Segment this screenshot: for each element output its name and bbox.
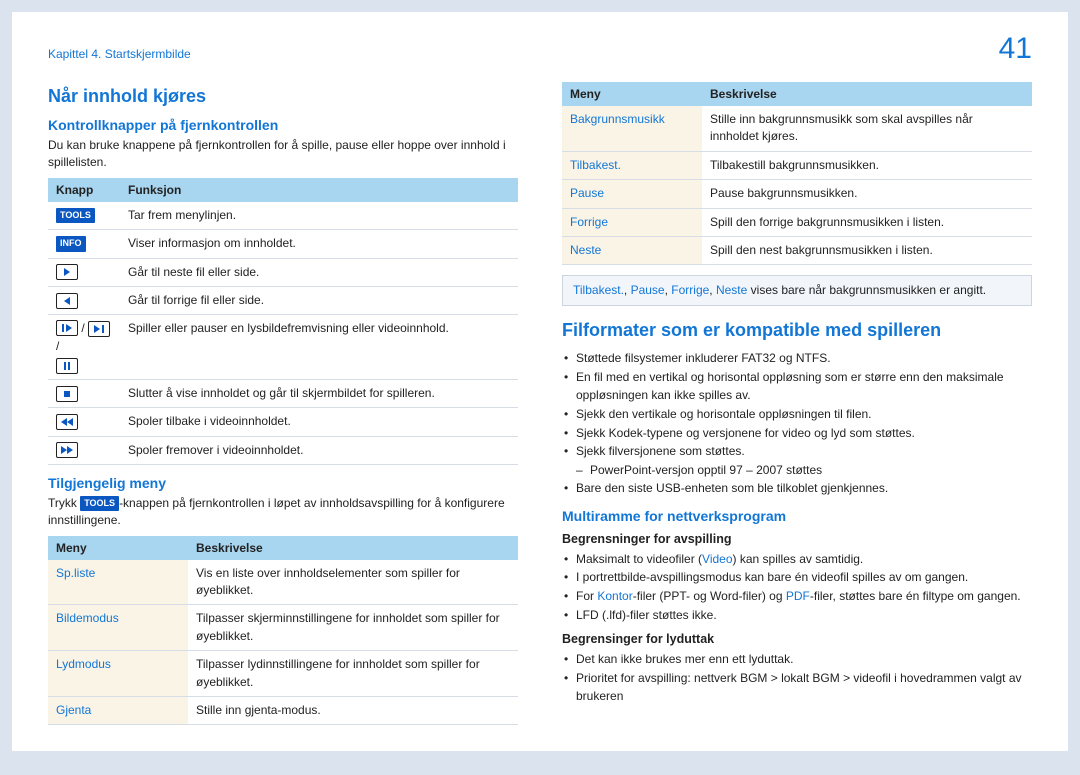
list-item: Støttede filsystemer inkluderer FAT32 og…: [562, 349, 1032, 368]
heading-play-limits: Begrensninger for avspilling: [562, 532, 1032, 546]
table-remote-buttons: Knapp Funksjon TOOLS Tar frem menylinjen…: [48, 178, 518, 465]
content-columns: Når innhold kjøres Kontrollknapper på fj…: [48, 76, 1032, 735]
list-sound-limits: Det kan ikke brukes mer enn ett lyduttak…: [562, 650, 1032, 706]
list-item: En fil med en vertikal og horisontal opp…: [562, 368, 1032, 405]
table-row: Slutter å vise innholdet og går til skje…: [48, 379, 518, 407]
list-item: Bare den siste USB-enheten som ble tilko…: [562, 479, 1032, 498]
table-row: TOOLS Tar frem menylinjen.: [48, 202, 518, 230]
table-menu-right: Meny Beskrivelse BakgrunnsmusikkStille i…: [562, 82, 1032, 265]
th-meny: Meny: [562, 82, 702, 106]
heading-available-menu: Tilgjengelig meny: [48, 475, 518, 491]
page-number: 41: [999, 32, 1032, 66]
chapter-label: Kapittel 4. Startskjermbilde: [48, 47, 191, 61]
prev-icon: [56, 293, 78, 309]
manual-page: Kapittel 4. Startskjermbilde 41 Når innh…: [12, 12, 1068, 751]
th-knapp: Knapp: [48, 178, 120, 202]
table-menu-left: Meny Beskrivelse Sp.listeVis en liste ov…: [48, 536, 518, 726]
info-badge: INFO: [56, 236, 86, 251]
list-item: Prioritet for avspilling: nettverk BGM >…: [562, 669, 1032, 706]
table-row: ForrigeSpill den forrige bakgrunnsmusikk…: [562, 208, 1032, 236]
desc: Går til forrige fil eller side.: [120, 286, 518, 314]
table-row: Tilbakest.Tilbakestill bakgrunnsmusikken…: [562, 151, 1032, 179]
th-meny: Meny: [48, 536, 188, 560]
pause-icon: [56, 358, 78, 374]
table-row: INFO Viser informasjon om innholdet.: [48, 230, 518, 258]
list-file-formats: Støttede filsystemer inkluderer FAT32 og…: [562, 349, 1032, 498]
table-row: Spoler tilbake i videoinnholdet.: [48, 408, 518, 436]
stop-icon: [56, 386, 78, 402]
list-item: I portrettbilde-avspillingsmodus kan bar…: [562, 568, 1032, 587]
right-column: Meny Beskrivelse BakgrunnsmusikkStille i…: [562, 76, 1032, 735]
table-row: / / Spiller eller pauser en lysbildefrem…: [48, 315, 518, 379]
list-item: Sjekk den vertikale og horisontale opplø…: [562, 405, 1032, 424]
list-item: Sjekk Kodek-typene og versjonene for vid…: [562, 424, 1032, 443]
table-row: Sp.listeVis en liste over innholdselemen…: [48, 560, 518, 605]
play-icon: [56, 264, 78, 280]
heading-remote-controls: Kontrollknapper på fjernkontrollen: [48, 117, 518, 133]
rewind-icon: [56, 414, 78, 430]
tools-badge: TOOLS: [56, 208, 95, 223]
note-box: Tilbakest., Pause, Forrige, Neste vises …: [562, 275, 1032, 306]
table-row: Spoler fremover i videoinnholdet.: [48, 436, 518, 464]
forward-icon: [56, 442, 78, 458]
heading-playing-content: Når innhold kjøres: [48, 86, 518, 107]
left-column: Når innhold kjøres Kontrollknapper på fj…: [48, 76, 518, 735]
table-row: BakgrunnsmusikkStille inn bakgrunnsmusik…: [562, 106, 1032, 151]
table-row: LydmodusTilpasser lydinnstillingene for …: [48, 651, 518, 697]
list-item: Sjekk filversjonene som støttes.: [562, 442, 1032, 461]
list-item-sub: PowerPoint-versjon opptil 97 – 2007 støt…: [562, 461, 1032, 480]
th-funksjon: Funksjon: [120, 178, 518, 202]
next-play-icon: [88, 321, 110, 337]
th-beskrivelse: Beskrivelse: [188, 536, 518, 560]
page-header: Kapittel 4. Startskjermbilde 41: [48, 32, 1032, 66]
desc: Spoler tilbake i videoinnholdet.: [120, 408, 518, 436]
desc: Spiller eller pauser en lysbildefremvisn…: [120, 315, 518, 379]
desc: Tar frem menylinjen.: [120, 202, 518, 230]
play-toggle-icon: [56, 320, 78, 336]
table-row: PausePause bakgrunnsmusikken.: [562, 180, 1032, 208]
table-row: GjentaStille inn gjenta-modus.: [48, 697, 518, 725]
list-item: For Kontor-filer (PPT- og Word-filer) og…: [562, 587, 1032, 606]
heading-sound-limits: Begrensinger for lyduttak: [562, 632, 1032, 646]
desc: Slutter å vise innholdet og går til skje…: [120, 379, 518, 407]
paragraph-remote-intro: Du kan bruke knappene på fjernkontrollen…: [48, 137, 518, 172]
desc: Spoler fremover i videoinnholdet.: [120, 436, 518, 464]
table-row: Går til neste fil eller side.: [48, 258, 518, 286]
heading-multiframe: Multiramme for nettverksprogram: [562, 508, 1032, 524]
paragraph-menu-intro: Trykk TOOLS-knappen på fjernkontrollen i…: [48, 495, 518, 530]
table-row: Går til forrige fil eller side.: [48, 286, 518, 314]
table-row: NesteSpill den nest bakgrunnsmusikken i …: [562, 236, 1032, 264]
tools-badge-inline: TOOLS: [80, 496, 119, 511]
list-item: Maksimalt to videofiler (Video) kan spil…: [562, 550, 1032, 569]
list-item: Det kan ikke brukes mer enn ett lyduttak…: [562, 650, 1032, 669]
list-play-limits: Maksimalt to videofiler (Video) kan spil…: [562, 550, 1032, 624]
heading-file-formats: Filformater som er kompatible med spille…: [562, 320, 1032, 341]
desc: Går til neste fil eller side.: [120, 258, 518, 286]
th-beskrivelse: Beskrivelse: [702, 82, 1032, 106]
list-item: LFD (.lfd)-filer støttes ikke.: [562, 606, 1032, 625]
desc: Viser informasjon om innholdet.: [120, 230, 518, 258]
table-row: BildemodusTilpasser skjerminnstillingene…: [48, 605, 518, 651]
